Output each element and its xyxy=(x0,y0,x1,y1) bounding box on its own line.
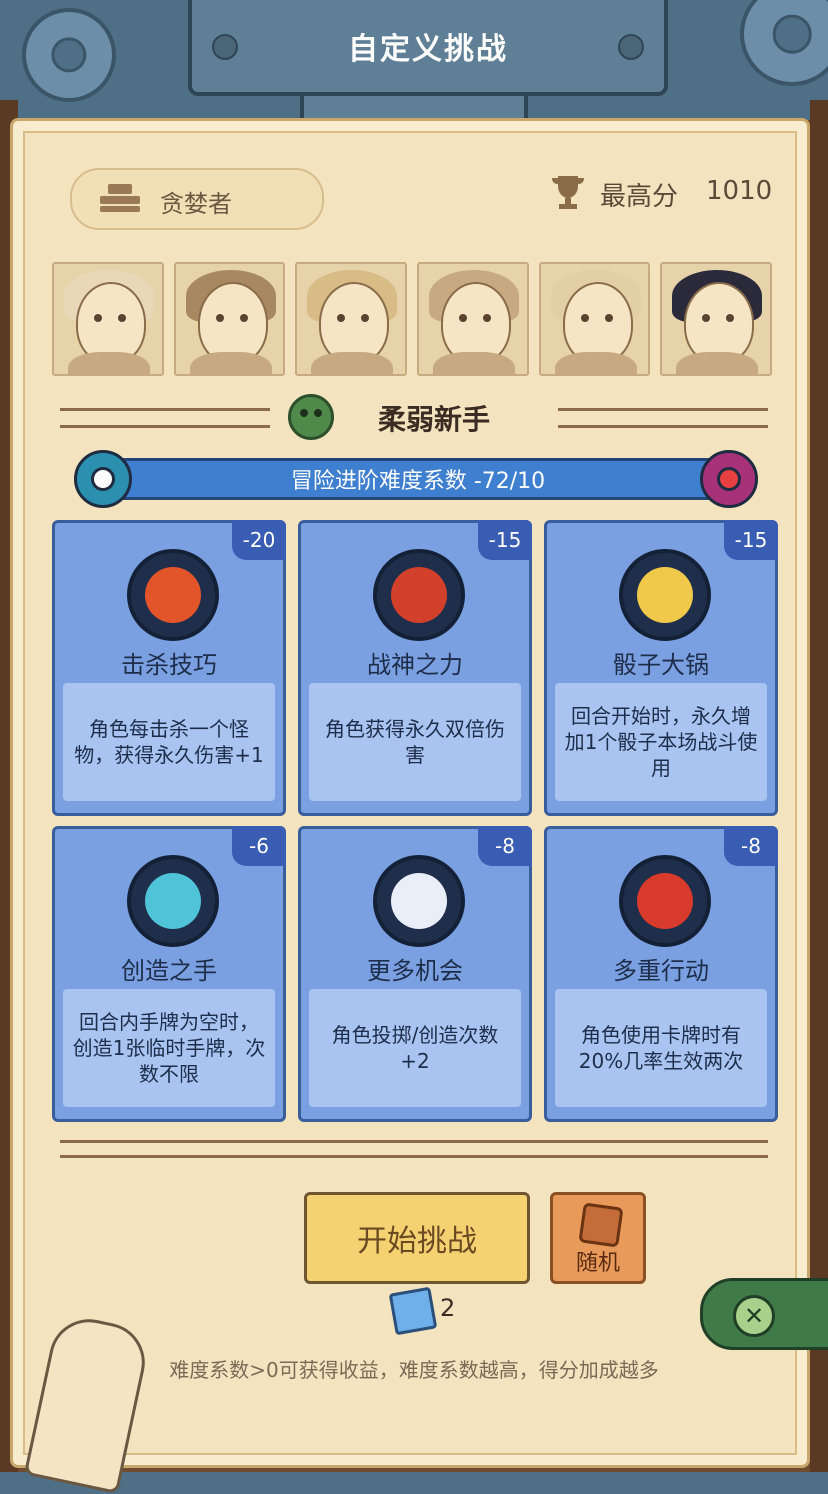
modifier-card[interactable]: -15 骰子大锅回合开始时，永久增加1个骰子本场战斗使用 xyxy=(544,520,778,816)
page-title: 自定义挑战 xyxy=(348,32,508,67)
card-desc-box: 回合内手牌为空时，创造1张临时手牌，次数不限 xyxy=(63,989,275,1107)
ornament-right xyxy=(558,408,768,428)
random-label: 随机 xyxy=(575,1251,620,1276)
start-challenge-button[interactable]: 开始挑战 xyxy=(304,1192,530,1284)
best-score-label: 最高分 xyxy=(600,182,679,212)
modifier-card[interactable]: -15 战神之力角色获得永久双倍伤害 xyxy=(298,520,532,816)
card-desc: 回合开始时，永久增加1个骰子本场战斗使用 xyxy=(564,704,758,780)
card-value-badge: -15 xyxy=(724,520,778,560)
portrait-ponytail-character xyxy=(538,262,651,376)
card-name: 战神之力 xyxy=(367,651,463,679)
progress-bar: 冒险进阶难度系数 -72/10 xyxy=(100,458,736,500)
card-value-badge: -8 xyxy=(478,826,532,866)
card-emblem-icon xyxy=(373,855,465,947)
card-emblem-icon xyxy=(619,549,711,641)
screw-icon xyxy=(212,34,238,60)
slime-icon xyxy=(288,394,334,440)
modifier-card[interactable]: -8 多重行动角色使用卡牌时有20%几率生效两次 xyxy=(544,826,778,1122)
card-desc-box: 角色每击杀一个怪物，获得永久伤害+1 xyxy=(63,683,275,801)
portrait-mushroom-character xyxy=(417,262,529,376)
player-name: 贪婪者 xyxy=(160,190,232,218)
card-desc: 角色每击杀一个怪物，获得永久伤害+1 xyxy=(74,717,264,767)
gear-icon xyxy=(22,8,116,102)
card-desc-box: 角色投掷/创造次数+2 xyxy=(309,989,521,1107)
portrait-cowboy-character xyxy=(173,262,286,376)
info-row: 贪婪者 最高分 1010 xyxy=(70,168,773,230)
title-plate: 自定义挑战 xyxy=(188,0,668,96)
card-name: 创造之手 xyxy=(121,957,217,985)
random-button[interactable]: 随机 xyxy=(550,1192,646,1284)
card-name: 多重行动 xyxy=(613,957,709,985)
card-desc: 角色使用卡牌时有20%几率生效两次 xyxy=(578,1023,744,1073)
gold-bars-icon xyxy=(100,184,140,214)
card-emblem-icon xyxy=(127,549,219,641)
eye-monster-right-icon xyxy=(700,450,758,508)
portrait-witch-character xyxy=(660,262,773,376)
card-desc-box: 角色获得永久双倍伤害 xyxy=(309,683,521,801)
card-value-badge: -8 xyxy=(724,826,778,866)
ticket-count: 2 xyxy=(440,1294,456,1322)
difficulty-progress: 冒险进阶难度系数 -72/10 xyxy=(60,450,768,508)
card-emblem-icon xyxy=(373,549,465,641)
portrait-fur-hood-character xyxy=(52,262,164,376)
progress-text: 冒险进阶难度系数 -72/10 xyxy=(290,469,546,494)
card-name: 骰子大锅 xyxy=(613,651,709,679)
difficulty-title: 柔弱新手 xyxy=(378,403,491,436)
modifier-card[interactable]: -8 更多机会角色投掷/创造次数+2 xyxy=(298,826,532,1122)
card-emblem-icon xyxy=(619,855,711,947)
card-name: 击杀技巧 xyxy=(121,651,217,679)
card-desc: 角色投掷/创造次数+2 xyxy=(331,1023,499,1073)
card-value-badge: -6 xyxy=(232,826,286,866)
screw-icon xyxy=(618,34,644,60)
dice-icon xyxy=(578,1202,624,1248)
card-value-badge: -15 xyxy=(478,520,532,560)
ticket-icon xyxy=(388,1286,438,1336)
modifier-card[interactable]: -6 创造之手回合内手牌为空时，创造1张临时手牌，次数不限 xyxy=(52,826,286,1122)
card-desc-box: 回合开始时，永久增加1个骰子本场战斗使用 xyxy=(555,683,767,801)
card-desc: 回合内手牌为空时，创造1张临时手牌，次数不限 xyxy=(72,1010,266,1086)
player-name-pill: 贪婪者 xyxy=(70,168,324,230)
eye-monster-left-icon xyxy=(74,450,132,508)
character-portraits xyxy=(52,262,773,376)
ornament-left xyxy=(60,408,270,428)
card-desc: 角色获得永久双倍伤害 xyxy=(325,717,505,767)
card-name: 更多机会 xyxy=(367,957,463,985)
modifier-cards: -20 击杀技巧角色每击杀一个怪物，获得永久伤害+1 -15 战神之力角色获得永久双倍… xyxy=(52,520,778,1122)
wood-right xyxy=(810,100,828,1472)
trophy-icon xyxy=(552,176,584,209)
modifier-card[interactable]: -20 击杀技巧角色每击杀一个怪物，获得永久伤害+1 xyxy=(52,520,286,816)
close-icon: ✕ xyxy=(733,1295,775,1337)
portrait-braided-character xyxy=(295,262,408,376)
card-emblem-icon xyxy=(127,855,219,947)
close-button[interactable]: ✕ xyxy=(700,1278,828,1350)
ornament-bottom xyxy=(60,1140,768,1158)
best-score-value: 1010 xyxy=(706,176,773,206)
card-value-badge: -20 xyxy=(232,520,286,560)
card-desc-box: 角色使用卡牌时有20%几率生效两次 xyxy=(555,989,767,1107)
